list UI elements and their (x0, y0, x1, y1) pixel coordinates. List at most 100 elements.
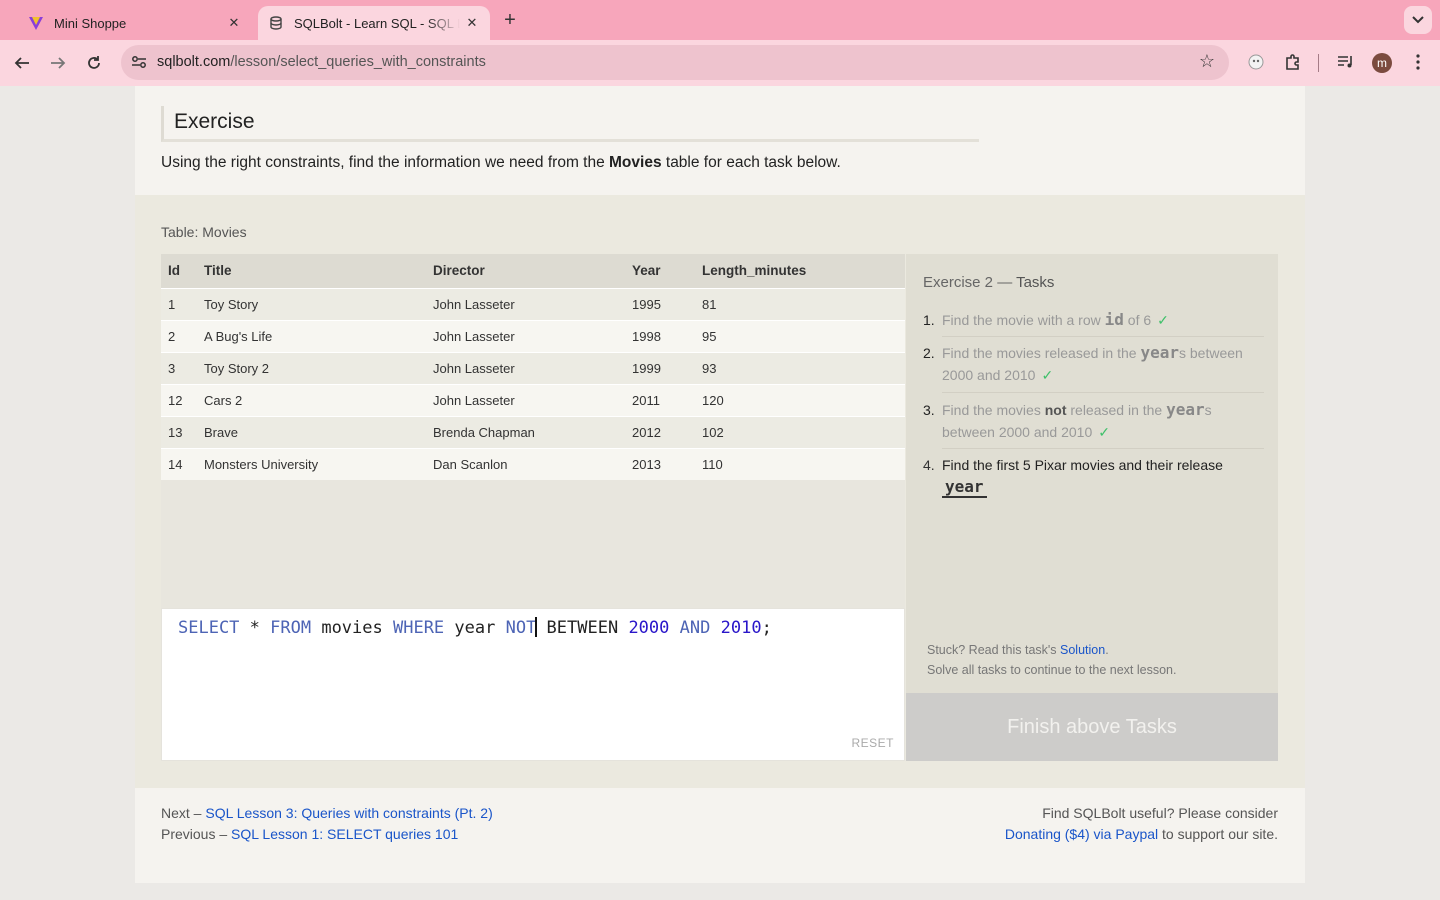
previous-lesson: Previous – SQL Lesson 1: SELECT queries … (161, 824, 493, 845)
table-cell: 2012 (632, 415, 702, 448)
database-icon (268, 15, 284, 31)
tab-sqlbolt[interactable]: SQLBolt - Learn SQL - SQL Lesson 2 ✕ (258, 6, 490, 40)
exercise-heading: Exercise (174, 110, 255, 133)
sql-keyword: AND (679, 618, 711, 638)
table-cell: Toy Story 2 (204, 351, 433, 384)
check-icon: ✓ (1098, 424, 1110, 440)
table-cell: 13 (161, 415, 204, 448)
toolbar-divider (1318, 54, 1319, 72)
task-text-part: Find the movies released in the (942, 345, 1141, 361)
table-cell: 2013 (632, 447, 702, 480)
task-item: 3. Find the movies not released in the y… (923, 399, 1265, 443)
table-cell: Dan Scanlon (433, 447, 632, 480)
kebab-menu-icon[interactable] (1406, 50, 1430, 74)
sql-keyword: SELECT (178, 618, 240, 638)
close-icon[interactable]: ✕ (460, 11, 484, 35)
table-cell: 1998 (632, 319, 702, 352)
next-lesson: Next – SQL Lesson 3: Queries with constr… (161, 803, 493, 824)
url-text: sqlbolt.com/lesson/select_queries_with_c… (157, 54, 486, 70)
table-cell: Brenda Chapman (433, 415, 632, 448)
chevron-down-icon[interactable] (1404, 6, 1432, 34)
close-icon[interactable]: ✕ (222, 11, 246, 35)
table-row: 2 A Bug's Life John Lasseter 1998 95 (161, 319, 905, 352)
column-header: Director (433, 254, 632, 288)
table-cell: 95 (702, 319, 905, 352)
task-number: 4. (923, 457, 935, 473)
table-cell: 120 (702, 383, 905, 416)
donation-note: Find SQLBolt useful? Please consider Don… (1005, 803, 1278, 845)
tasks-title-prefix: Exercise 2 — (923, 274, 1017, 291)
tab-mini-shoppe[interactable]: Mini Shoppe ✕ (20, 6, 252, 40)
stuck-text: Stuck? Read this task's (927, 643, 1061, 657)
table-row: 1 Toy Story John Lasseter 1995 81 (161, 287, 905, 320)
site-settings-icon[interactable] (129, 52, 149, 72)
url-domain: sqlbolt.com (157, 54, 231, 70)
puzzle-icon[interactable] (1281, 50, 1305, 74)
back-arrow-icon[interactable] (8, 49, 36, 77)
task-text-part: of 6 (1123, 312, 1152, 328)
next-lesson-link[interactable]: SQL Lesson 3: Queries with constraints (… (205, 805, 492, 821)
table-cell: Brave (204, 415, 433, 448)
sql-editor[interactable]: SELECT * FROM movies WHERE year NOT BETW… (161, 608, 905, 761)
column-header: Year (632, 254, 702, 288)
media-icon[interactable] (1334, 50, 1358, 74)
table-header-row: Id Title Director Year Length_minutes (161, 254, 905, 288)
sql-token: * (239, 618, 271, 638)
sql-token: movies (311, 618, 393, 638)
forward-arrow-icon[interactable] (44, 49, 72, 77)
star-icon[interactable]: ☆ (1199, 51, 1215, 72)
sql-keyword: WHERE (392, 618, 445, 638)
task-code: id (1104, 310, 1124, 329)
task-text-part: released in the (1066, 402, 1167, 418)
table-cell: 81 (702, 287, 905, 320)
donate-link[interactable]: Donating ($4) via Paypal (1005, 826, 1158, 842)
table-cell: Monsters University (204, 447, 433, 480)
task-divider (942, 448, 1264, 449)
table-cell: Toy Story (204, 287, 433, 320)
sql-keyword: NOT (505, 618, 537, 638)
plus-icon[interactable]: + (498, 8, 522, 32)
exercise-heading-box: Exercise (161, 106, 979, 142)
task-item: 2. Find the movies released in the years… (923, 342, 1265, 386)
task-text: Find the first 5 Pixar movies and their … (942, 454, 1223, 498)
intro-table-name: Movies (609, 154, 662, 171)
address-bar[interactable]: sqlbolt.com/lesson/select_queries_with_c… (121, 45, 1229, 80)
sql-query[interactable]: SELECT * FROM movies WHERE year NOT BETW… (178, 617, 772, 638)
table-cell: 1 (161, 287, 204, 320)
table-row: 14 Monsters University Dan Scanlon 2013 … (161, 447, 905, 480)
solution-link[interactable]: Solution (1060, 643, 1105, 657)
task-number: 3. (923, 402, 935, 418)
table-row: 12 Cars 2 John Lasseter 2011 120 (161, 383, 905, 416)
finish-tasks-button[interactable]: Finish above Tasks (906, 693, 1278, 761)
task-number: 2. (923, 345, 935, 361)
table-cell: A Bug's Life (204, 319, 433, 352)
avatar[interactable]: m (1372, 53, 1392, 73)
task-text: Find the movies not released in the year… (942, 399, 1265, 443)
task-code: year (1166, 400, 1205, 419)
table-cell: 12 (161, 383, 204, 416)
next-prefix: Next – (161, 805, 206, 821)
sql-keyword: FROM (270, 618, 312, 638)
table-row: 13 Brave Brenda Chapman 2012 102 (161, 415, 905, 448)
tasks-title-suffix: Tasks (1016, 274, 1055, 291)
useful-text: Find SQLBolt useful? Please consider (1042, 805, 1278, 821)
task-text-bold: not (1044, 402, 1067, 418)
reset-button[interactable]: RESET (851, 736, 894, 750)
url-path: /lesson/select_queries_with_constraints (230, 54, 486, 70)
extension-icon[interactable] (1244, 50, 1268, 74)
check-icon: ✓ (1041, 367, 1054, 383)
tab-title: Mini Shoppe (54, 15, 127, 31)
tab-title: SQLBolt - Learn SQL - SQL Lesson 2 (294, 15, 460, 31)
reload-icon[interactable] (80, 49, 108, 77)
check-icon: ✓ (1157, 312, 1169, 328)
previous-prefix: Previous – (161, 826, 232, 842)
task-item: 1. Find the movie with a row id of 6 ✓ (923, 309, 1265, 331)
table-label: Table: Movies (161, 224, 247, 240)
sql-token: ; (761, 618, 772, 638)
previous-lesson-link[interactable]: SQL Lesson 1: SELECT queries 101 (231, 826, 458, 842)
table-cell: 1995 (632, 287, 702, 320)
table-cell: 14 (161, 447, 204, 480)
task-text-part: Find the first 5 Pixar movies and their … (942, 457, 1223, 473)
